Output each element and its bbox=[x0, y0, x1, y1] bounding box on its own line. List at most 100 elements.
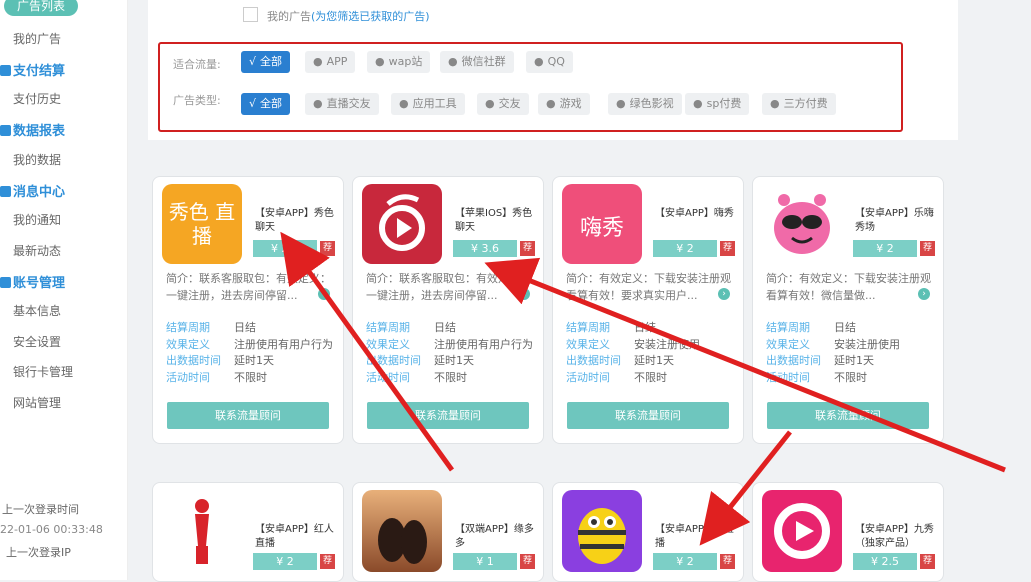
ad-card[interactable]: 秀色 直播 【安卓APP】秀色聊天 ¥ 2.2 荐 简介：联系客服取包：有效定义… bbox=[152, 176, 344, 444]
ad-card-price: ¥ 2 bbox=[653, 553, 717, 570]
recommend-badge: 荐 bbox=[320, 241, 335, 256]
field-row: 出数据时间 延时1天 bbox=[566, 354, 674, 367]
ad-card[interactable]: 【安卓APP】乐嗨秀场 ¥ 2 荐 简介：有效定义：下载安装注册观看算有效！微信… bbox=[752, 176, 944, 444]
my-ads-checkbox[interactable] bbox=[243, 7, 258, 22]
field-row: 活动时间 不限时 bbox=[166, 370, 267, 384]
traffic-tag-wap[interactable]: ● wap站 bbox=[367, 51, 431, 73]
last-login-label: 上一次登录时间 bbox=[2, 503, 79, 516]
recommend-badge: 荐 bbox=[320, 554, 335, 569]
app-icon-xiuse-ios bbox=[362, 184, 442, 264]
sidebar: 广告列表 我的广告 支付结算 支付历史 数据报表 我的数据 消息中心 我的通知 … bbox=[0, 0, 128, 580]
trophy-figure-icon bbox=[195, 499, 209, 564]
type-tag-video[interactable]: ● 绿色影视 bbox=[608, 93, 682, 115]
sidebar-item-ad-list[interactable]: 广告列表 bbox=[4, 0, 78, 16]
play-logo-icon bbox=[379, 194, 425, 251]
sidebar-section-reports: 数据报表 bbox=[0, 120, 65, 139]
type-tag-tools[interactable]: ● 应用工具 bbox=[391, 93, 465, 115]
field-row: 效果定义 注册使用有用户行为 bbox=[166, 337, 333, 351]
ad-card[interactable]: 嗨秀 【安卓APP】嗨秀 ¥ 2 荐 简介：有效定义：下载安装注册观看算有效！要… bbox=[552, 176, 744, 444]
field-row: 结算周期 日结 bbox=[166, 321, 256, 334]
sidebar-item-security[interactable]: 安全设置 bbox=[13, 333, 61, 350]
recommend-badge: 荐 bbox=[520, 241, 535, 256]
traffic-tag-qq[interactable]: ● QQ bbox=[526, 51, 573, 73]
ad-card-name: 【苹果IOS】秀色聊天 bbox=[455, 208, 533, 233]
type-tag-sp[interactable]: ● sp付费 bbox=[685, 93, 750, 115]
type-tag-live[interactable]: ● 直播交友 bbox=[305, 93, 379, 115]
contact-advisor-button[interactable]: 联系流量顾问 bbox=[367, 402, 529, 429]
report-icon bbox=[0, 125, 11, 136]
expand-icon[interactable]: › bbox=[718, 288, 730, 300]
nine-play-icon bbox=[774, 503, 830, 559]
app-icon-xiuse: 秀色 直播 bbox=[162, 184, 242, 264]
type-tag-third[interactable]: ● 三方付费 bbox=[762, 93, 836, 115]
last-login-time: 22-01-06 00:33:48 bbox=[0, 523, 103, 536]
expand-icon[interactable]: › bbox=[518, 288, 530, 300]
sidebar-section-payment: 支付结算 bbox=[0, 60, 65, 79]
traffic-tag-wechat[interactable]: ● 微信社群 bbox=[440, 51, 514, 73]
sidebar-item-pay-history[interactable]: 支付历史 bbox=[13, 90, 61, 107]
ad-card-name: 【安卓APP】疯直播 bbox=[655, 524, 734, 549]
ad-card-price: ¥ 3.6 bbox=[453, 240, 517, 257]
ad-card-name: 【安卓APP】九秀（独家产品） bbox=[855, 524, 934, 549]
ad-card[interactable]: 【安卓APP】九秀（独家产品） ¥ 2.5 荐 bbox=[752, 482, 944, 582]
app-icon-haixiu: 嗨秀 bbox=[562, 184, 642, 264]
sidebar-item-basic-info[interactable]: 基本信息 bbox=[13, 302, 61, 319]
ad-card-intro: 简介：有效定义：下载安装注册观看算有效！要求真实用户... bbox=[566, 272, 731, 302]
ad-card[interactable]: 【双端APP】缘多多 ¥ 1 荐 bbox=[352, 482, 544, 582]
field-row: 效果定义 安装注册使用 bbox=[766, 337, 900, 351]
field-row: 效果定义 安装注册使用 bbox=[566, 337, 700, 351]
sidebar-item-my-ads[interactable]: 我的广告 bbox=[13, 30, 61, 47]
field-row: 出数据时间 延时1天 bbox=[366, 354, 474, 367]
app-icon-yuanduoduo bbox=[362, 490, 442, 572]
ad-card-price: ¥ 1 bbox=[453, 553, 517, 570]
account-icon bbox=[0, 277, 11, 288]
last-ip-label: 上一次登录IP bbox=[6, 546, 71, 559]
contact-advisor-button[interactable]: 联系流量顾问 bbox=[767, 402, 929, 429]
traffic-tag-all[interactable]: √ 全部 bbox=[241, 51, 291, 73]
ad-card[interactable]: 【苹果IOS】秀色聊天 ¥ 3.6 荐 简介：联系客服取包：有效定义：一键注册，… bbox=[352, 176, 544, 444]
ad-card[interactable]: 【安卓APP】红人直播 ¥ 2 荐 bbox=[152, 482, 344, 582]
contact-advisor-button[interactable]: 联系流量顾问 bbox=[567, 402, 729, 429]
sidebar-section-messages: 消息中心 bbox=[0, 181, 65, 200]
field-row: 活动时间 不限时 bbox=[766, 370, 867, 384]
traffic-tag-app[interactable]: ● APP bbox=[305, 51, 356, 73]
sidebar-item-my-notice[interactable]: 我的通知 bbox=[13, 211, 61, 228]
ad-card-price: ¥ 2 bbox=[253, 553, 317, 570]
ad-card[interactable]: 【安卓APP】疯直播 ¥ 2 荐 bbox=[552, 482, 744, 582]
contact-advisor-button[interactable]: 联系流量顾问 bbox=[167, 402, 329, 429]
ad-card-fields: 结算周期 日结 效果定义 注册使用有用户行为 出数据时间 延时1天 活动时间 不限时 bbox=[166, 320, 333, 386]
field-row: 出数据时间 延时1天 bbox=[166, 354, 274, 367]
sidebar-item-my-data[interactable]: 我的数据 bbox=[13, 151, 61, 168]
ad-card-price: ¥ 2.2 bbox=[253, 240, 317, 257]
ad-card-fields: 结算周期 日结 效果定义 注册使用有用户行为 出数据时间 延时1天 活动时间 不限时 bbox=[366, 320, 533, 386]
my-ads-checkbox-label: 我的广告(为您筛选已获取的广告) bbox=[267, 10, 430, 23]
ad-card-intro: 简介：有效定义：下载安装注册观看算有效！微信量做... bbox=[766, 272, 931, 302]
message-icon bbox=[0, 186, 11, 197]
ad-card-price: ¥ 2.5 bbox=[853, 553, 917, 570]
recommend-badge: 荐 bbox=[920, 241, 935, 256]
type-tag-all[interactable]: √ 全部 bbox=[241, 93, 291, 115]
sidebar-item-bank-card[interactable]: 银行卡管理 bbox=[13, 363, 73, 380]
traffic-label: 适合流量: bbox=[173, 58, 221, 71]
expand-icon[interactable]: › bbox=[918, 288, 930, 300]
field-row: 效果定义 注册使用有用户行为 bbox=[366, 337, 533, 351]
recommend-badge: 荐 bbox=[720, 554, 735, 569]
ad-card-fields: 结算周期 日结 效果定义 安装注册使用 出数据时间 延时1天 活动时间 不限时 bbox=[566, 320, 700, 386]
expand-icon[interactable]: › bbox=[318, 288, 330, 300]
ad-card-name: 【安卓APP】秀色聊天 bbox=[255, 208, 334, 233]
payment-icon bbox=[0, 65, 11, 76]
bee-icon bbox=[578, 508, 626, 564]
app-icon-fengzhibo bbox=[562, 490, 642, 572]
app-icon-jiuxiu bbox=[762, 490, 842, 572]
recommend-badge: 荐 bbox=[720, 241, 735, 256]
sidebar-item-latest[interactable]: 最新动态 bbox=[13, 242, 61, 259]
app-icon-hongren bbox=[162, 490, 242, 572]
type-tag-game[interactable]: ● 游戏 bbox=[538, 93, 590, 115]
recommend-badge: 荐 bbox=[920, 554, 935, 569]
ad-card-name: 【安卓APP】乐嗨秀场 bbox=[855, 208, 934, 233]
type-tag-social[interactable]: ● 交友 bbox=[477, 93, 529, 115]
field-row: 活动时间 不限时 bbox=[366, 370, 467, 384]
ad-card-intro: 简介：联系客服取包：有效定义：一键注册，进去房间停留... bbox=[166, 272, 331, 302]
ad-card-price: ¥ 2 bbox=[853, 240, 917, 257]
sidebar-item-site[interactable]: 网站管理 bbox=[13, 394, 61, 411]
